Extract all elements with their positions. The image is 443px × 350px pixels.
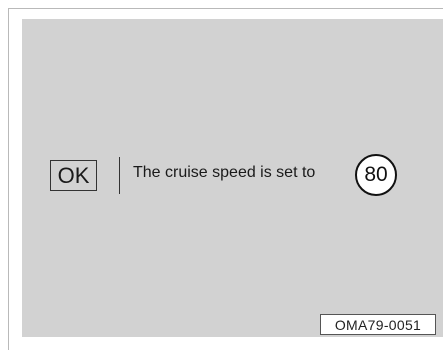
figure-code-label: OMA79-0051: [320, 314, 436, 335]
frame-left-line: [8, 8, 9, 350]
separator-line: [119, 157, 120, 194]
cruise-speed-message: The cruise speed is set to: [133, 164, 316, 181]
ok-indicator: OK: [50, 160, 97, 191]
speed-value-badge: 80: [355, 154, 397, 196]
frame-top-line: [8, 8, 443, 9]
